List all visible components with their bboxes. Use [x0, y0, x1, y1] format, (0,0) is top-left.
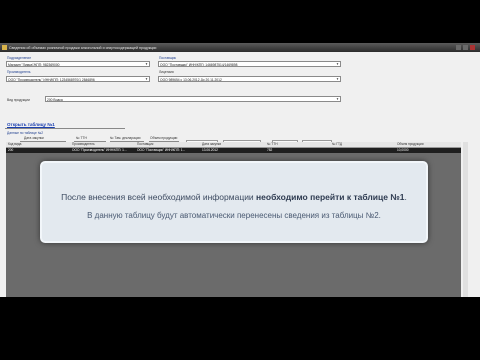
callout-line-1: После внесения всей необходимой информац… — [42, 192, 426, 202]
column-header[interactable]: Производитель — [72, 142, 95, 147]
table-cell: 782 — [267, 148, 273, 152]
column-header[interactable]: Объем продукции — [397, 142, 423, 147]
gtd-label: № Там. декларации — [110, 136, 141, 140]
proizvoditel-label: Производитель — [7, 70, 31, 74]
column-header[interactable]: № ТТН — [267, 142, 278, 147]
postavshik-label: Поставщик — [159, 56, 176, 60]
chevron-down-icon[interactable]: ▾ — [144, 77, 149, 81]
chevron-down-icon[interactable]: ▾ — [335, 77, 340, 81]
license-value: ООО 989654 с 13.06.2012 До 20.11.2012 — [160, 78, 222, 82]
minimize-icon[interactable] — [456, 45, 461, 50]
section-label: Данные по таблице №2 — [7, 131, 44, 135]
proizvoditel-select[interactable]: ООО "Производитель" ИНН/КПП: 1234568970/… — [6, 76, 150, 82]
divider — [5, 128, 125, 129]
app-icon — [2, 45, 7, 50]
title-bar: Сведения об объемах розничной продажи ал… — [0, 43, 480, 52]
table-cell: 200 — [8, 148, 14, 152]
podrazdelenie-value: Магазин "Лимка"/КПП: 982369000 — [8, 63, 60, 67]
postavshik-select[interactable]: ООО "Поставщик" ИНН/КПП: 1466987514/1469… — [158, 61, 341, 67]
volume-label: Объем продукции — [150, 136, 178, 140]
table-cell: 13.06.2012 — [202, 148, 218, 152]
podrazdelenie-label: Подразделение — [7, 56, 32, 60]
column-header[interactable]: Код вида — [8, 142, 21, 147]
maximize-icon[interactable] — [463, 45, 468, 50]
podrazdelenie-select[interactable]: Магазин "Лимка"/КПП: 982369000 ▾ — [6, 61, 150, 67]
ttn-label: № ТТН — [76, 136, 87, 140]
callout-period: . — [404, 192, 407, 202]
chevron-down-icon[interactable]: ▾ — [335, 62, 340, 66]
table-row[interactable]: 200 ООО "Производитель" ИНН/КПП: 1... ОО… — [6, 148, 461, 153]
column-header[interactable]: Поставщик — [137, 142, 153, 147]
vertical-scrollbar[interactable] — [463, 142, 468, 297]
open-table-1-link[interactable]: Открыть таблицу №1 — [7, 122, 55, 127]
vid-value: 200 Водка — [47, 98, 63, 102]
callout-emphasis: необходимо перейти к таблице №1 — [256, 192, 405, 202]
date-label: Дата закупки — [24, 136, 44, 140]
chevron-down-icon[interactable]: ▾ — [144, 62, 149, 66]
column-header[interactable]: Дата закупки — [202, 142, 221, 147]
postavshik-value: ООО "Поставщик" ИНН/КПП: 1466987514/1469… — [160, 63, 238, 67]
callout-line-2: В данную таблицу будут автоматически пер… — [87, 211, 381, 220]
chevron-down-icon[interactable]: ▾ — [335, 97, 340, 101]
table-cell: 10,0000 — [397, 148, 409, 152]
vid-select[interactable]: 200 Водка ▾ — [45, 96, 341, 102]
close-icon[interactable] — [470, 45, 475, 50]
proizvoditel-value: ООО "Производитель" ИНН/КПП: 1234568970/… — [8, 78, 95, 82]
vid-label: Вид продукции — [7, 98, 30, 102]
instruction-callout: После внесения всей необходимой информац… — [40, 161, 428, 243]
callout-text: После внесения всей необходимой информац… — [61, 192, 257, 202]
table-cell: ООО "Производитель" ИНН/КПП: 1... — [72, 148, 127, 152]
column-header[interactable]: № ГТД — [332, 142, 342, 147]
table-cell: ООО "Поставщик" ИНН/КПП: 1... — [137, 148, 186, 152]
license-label: Лицензия — [159, 70, 174, 74]
window-title: Сведения об объемах розничной продажи ал… — [9, 45, 157, 50]
license-select[interactable]: ООО 989654 с 13.06.2012 До 20.11.2012 ▾ — [158, 76, 341, 82]
